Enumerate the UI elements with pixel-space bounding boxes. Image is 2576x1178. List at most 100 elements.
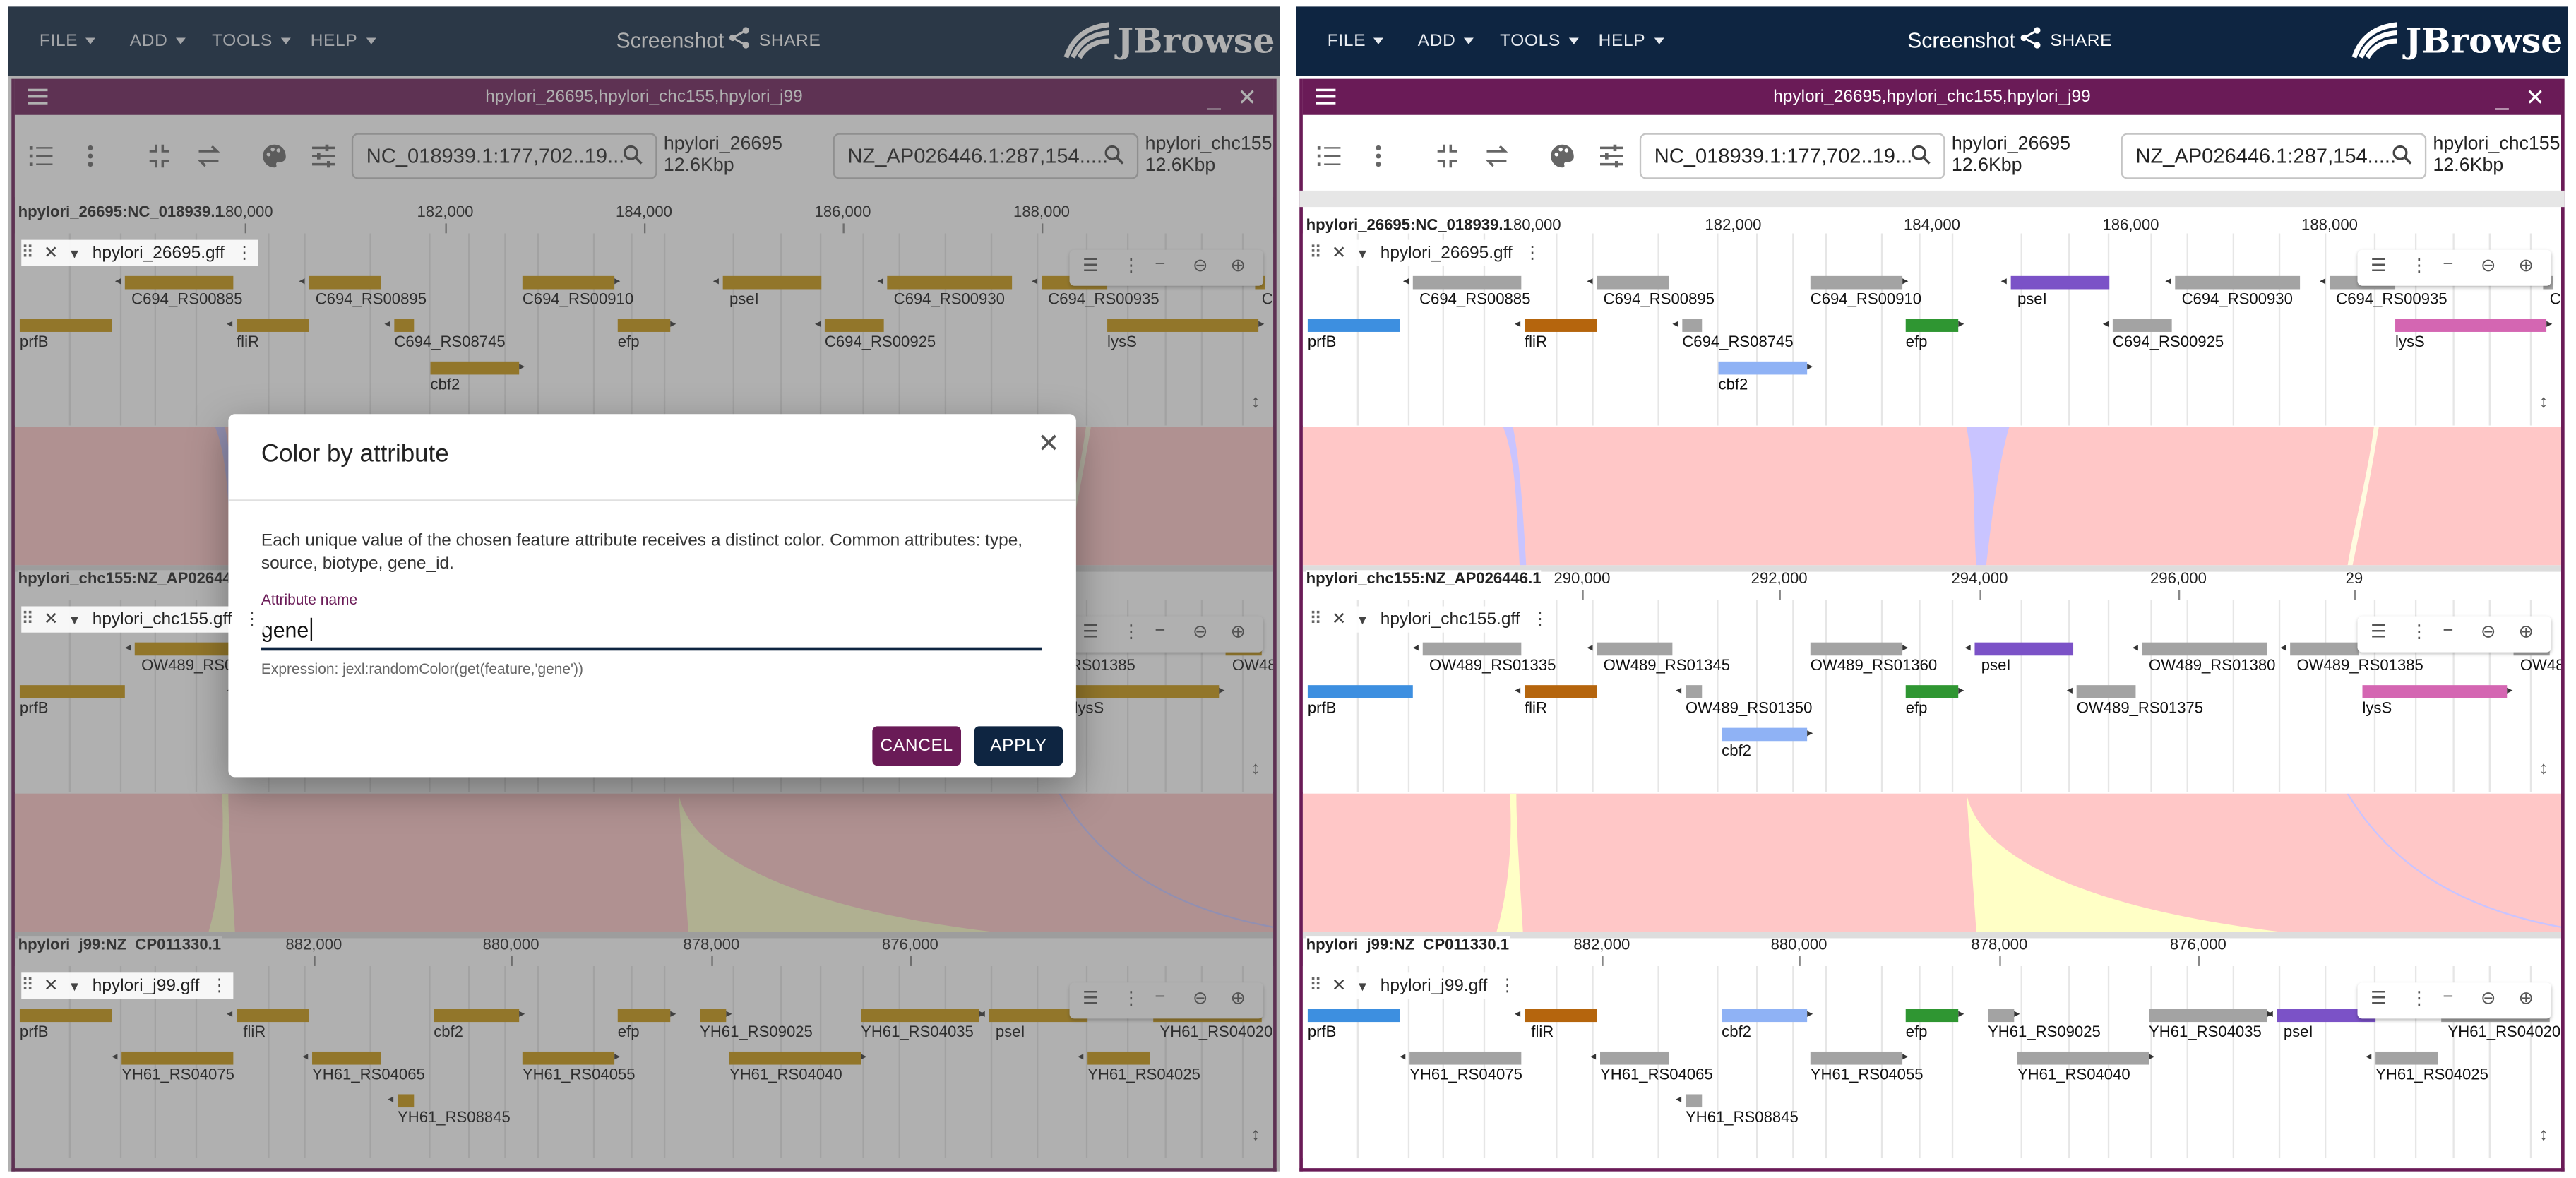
feature-glyph[interactable] [1682,319,1703,332]
track-options-icon[interactable]: ⋮ [1498,976,1515,996]
feature-glyph[interactable] [1422,642,1522,656]
add-menu[interactable]: ADD [1418,6,1474,76]
zoom-out-bar-icon[interactable]: − [2443,987,2454,1007]
file-menu[interactable]: FILE [1328,6,1384,76]
minimize-view-icon[interactable]: _ [2496,79,2508,115]
feature-glyph[interactable] [2290,642,2359,656]
feature-glyph[interactable] [1600,1051,1669,1065]
feature-glyph[interactable] [1685,1094,1703,1108]
zoom-out-icon[interactable]: ⊖ [2481,621,2496,643]
feature-glyph[interactable] [2112,319,2172,332]
feature-glyph[interactable] [1810,275,1903,290]
level-menu-icon[interactable]: ⋮ [2410,255,2428,276]
attribute-name-input[interactable]: gene [261,614,1042,651]
close-icon[interactable]: ✕ [1037,427,1059,460]
zoom-out-icon[interactable]: ⊖ [2481,987,2496,1009]
feature-glyph[interactable] [2375,1051,2438,1065]
synteny-track[interactable] [1302,793,2562,932]
more-vert-icon[interactable] [1365,143,1391,169]
drag-handle-icon[interactable]: ⠿ [21,609,34,629]
track-menu-chevron-icon[interactable]: ▼ [1356,246,1368,261]
track-options-icon[interactable]: ⋮ [244,609,261,629]
close-track-icon[interactable]: ✕ [44,243,59,263]
tune-icon[interactable] [1599,143,1625,169]
zoom-out-icon[interactable]: ⊖ [2481,255,2496,276]
feature-glyph[interactable] [2076,685,2136,698]
close-track-icon[interactable]: ✕ [44,976,59,996]
feature-glyph[interactable] [1722,1009,1808,1023]
drag-handle-icon[interactable]: ⠿ [21,243,34,263]
location-input-2[interactable]: NZ_AP026446.1:287,154..... [2121,133,2427,179]
track-menu-chevron-icon[interactable]: ▼ [68,246,80,261]
swap-icon[interactable] [1484,143,1510,169]
zoom-out-bar-icon[interactable]: − [2443,255,2454,275]
view-menu-icon[interactable] [1316,88,1336,105]
track-list-icon[interactable]: ☰ [2371,987,2387,1009]
resize-handle-icon[interactable]: ↕ [2539,759,2548,779]
track-menu-chevron-icon[interactable]: ▼ [1356,613,1368,628]
feature-glyph[interactable] [2395,319,2547,332]
track-list-icon[interactable]: ☰ [2371,255,2387,276]
track-options-icon[interactable]: ⋮ [1532,609,1549,629]
help-menu[interactable]: HELP [1599,6,1664,76]
close-track-icon[interactable]: ✕ [1332,243,1347,263]
feature-glyph[interactable] [2017,1051,2149,1065]
drag-handle-icon[interactable]: ⠿ [21,976,34,996]
track-options-icon[interactable]: ⋮ [236,243,253,263]
level-menu-icon[interactable]: ⋮ [2410,987,2428,1009]
feature-glyph[interactable] [2362,685,2508,698]
location-input-1[interactable]: NC_018939.1:177,702..19... [1639,133,1945,179]
apply-button[interactable]: APPLY [974,726,1063,766]
share-button[interactable]: SHARE [2019,6,2112,76]
drag-handle-icon[interactable]: ⠿ [1309,243,1322,263]
feature-glyph[interactable] [1722,727,1808,742]
track-menu-chevron-icon[interactable]: ▼ [1356,980,1368,994]
resize-handle-icon[interactable]: ↕ [2539,393,2548,412]
feature-glyph[interactable] [1718,361,1808,375]
feature-glyph[interactable] [2142,642,2267,656]
cancel-button[interactable]: CANCEL [872,726,962,766]
feature-glyph[interactable] [1905,685,1959,698]
zoom-in-icon[interactable]: ⊕ [2519,255,2534,276]
track-selector-icon[interactable] [1316,143,1342,169]
collapse-icon[interactable] [1434,143,1460,169]
feature-glyph[interactable] [1524,685,1597,698]
feature-glyph[interactable] [1810,642,1903,656]
feature-glyph[interactable] [1810,1051,1903,1065]
feature-glyph[interactable] [1597,275,1669,290]
track-options-icon[interactable]: ⋮ [211,976,228,996]
resize-handle-icon[interactable]: ↕ [2539,1126,2548,1146]
feature-glyph[interactable] [1307,319,1400,332]
synteny-track[interactable] [1302,427,2562,566]
close-view-icon[interactable]: ✕ [2525,79,2544,115]
drag-handle-icon[interactable]: ⠿ [1309,609,1322,629]
search-icon[interactable] [2392,145,2412,165]
feature-glyph[interactable] [2010,275,2110,290]
close-track-icon[interactable]: ✕ [1332,976,1347,996]
feature-glyph[interactable] [1524,319,1597,332]
feature-glyph[interactable] [1307,685,1413,698]
close-track-icon[interactable]: ✕ [44,609,59,629]
feature-glyph[interactable] [1307,1009,1400,1023]
feature-glyph[interactable] [2149,1009,2267,1023]
track-options-icon[interactable]: ⋮ [1524,243,1541,263]
level-menu-icon[interactable]: ⋮ [2410,621,2428,643]
track-menu-chevron-icon[interactable]: ▼ [68,980,80,994]
feature-glyph[interactable] [1409,1051,1522,1065]
feature-glyph[interactable] [1905,1009,1959,1023]
feature-glyph[interactable] [1974,642,2074,656]
feature-glyph[interactable] [1685,685,1703,698]
feature-glyph[interactable] [1988,1009,2015,1023]
feature-glyph[interactable] [2175,275,2301,290]
search-icon[interactable] [1911,145,1931,165]
tools-menu[interactable]: TOOLS [1500,6,1579,76]
zoom-in-icon[interactable]: ⊕ [2519,621,2534,643]
feature-glyph[interactable] [1524,1009,1597,1023]
zoom-out-bar-icon[interactable]: − [2443,621,2454,641]
track-menu-chevron-icon[interactable]: ▼ [68,613,80,628]
feature-glyph[interactable] [1905,319,1959,332]
feature-glyph[interactable] [1597,642,1673,656]
palette-icon[interactable] [1549,143,1575,169]
close-track-icon[interactable]: ✕ [1332,609,1347,629]
track-list-icon[interactable]: ☰ [2371,621,2387,643]
